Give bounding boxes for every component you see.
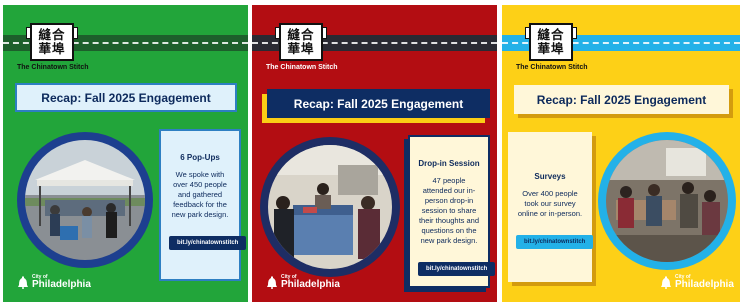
card-title: Surveys	[534, 172, 566, 181]
chinatown-stitch-logo: 縫合 華埠	[275, 23, 327, 61]
philadelphia-label: Philadelphia	[675, 279, 734, 290]
survey-room-photo	[606, 140, 728, 262]
panel-title: Recap: Fall 2025 Engagement	[267, 89, 490, 118]
city-of-philadelphia-logo: City of Philadelphia	[17, 274, 97, 294]
philadelphia-label: Philadelphia	[32, 279, 91, 290]
info-card: Drop-in Session 47 people attended our i…	[408, 135, 496, 288]
card-text: We spoke with over 450 people and gather…	[171, 170, 229, 219]
logo-text: 縫合 華埠	[38, 27, 66, 56]
card-title: Drop-in Session	[418, 159, 480, 168]
liberty-bell-icon	[661, 276, 671, 289]
panel-title: Recap: Fall 2025 Engagement	[15, 83, 237, 112]
city-of-philadelphia-logo: City of Philadelphia	[266, 274, 346, 294]
logo-text: 縫合 華埠	[537, 27, 565, 56]
card-title: 6 Pop-Ups	[180, 153, 220, 162]
card-text: 47 people attended our in-person drop-in…	[418, 176, 480, 245]
project-link[interactable]: bit.ly/chinatownstitch	[516, 235, 594, 249]
city-of-philadelphia-logo: City of Philadelphia	[660, 274, 734, 294]
project-link[interactable]: bit.ly/chinatownstitch	[418, 262, 496, 276]
info-card: Surveys Over 400 people took our survey …	[508, 132, 594, 282]
chinatown-stitch-logo: 縫合 華埠	[26, 23, 78, 61]
popup-tent-photo	[25, 140, 145, 260]
info-card: 6 Pop-Ups We spoke with over 450 people …	[159, 129, 247, 281]
panel-title: Recap: Fall 2025 Engagement	[514, 85, 729, 114]
brand-name: The Chinatown Stitch	[516, 64, 588, 71]
photo-frame	[17, 132, 153, 268]
project-link[interactable]: bit.ly/chinatownstitch	[169, 236, 247, 250]
brand-name: The Chinatown Stitch	[17, 64, 89, 71]
liberty-bell-icon	[18, 276, 28, 289]
brand-name: The Chinatown Stitch	[266, 64, 338, 71]
photo-frame	[260, 137, 400, 277]
panel-popups: 縫合 華埠 The Chinatown Stitch Recap: Fall 2…	[3, 5, 248, 302]
card-text: Over 400 people took our survey online o…	[517, 189, 583, 218]
chinatown-stitch-logo: 縫合 華埠	[525, 23, 577, 61]
panel-drop-in: 縫合 華埠 The Chinatown Stitch Recap: Fall 2…	[252, 5, 497, 302]
philadelphia-label: Philadelphia	[281, 279, 340, 290]
panel-surveys: 縫合 華埠 The Chinatown Stitch Recap: Fall 2…	[502, 5, 740, 302]
liberty-bell-icon	[267, 276, 277, 289]
photo-frame	[598, 132, 736, 270]
logo-text: 縫合 華埠	[287, 27, 315, 56]
drop-in-session-photo	[268, 145, 392, 269]
